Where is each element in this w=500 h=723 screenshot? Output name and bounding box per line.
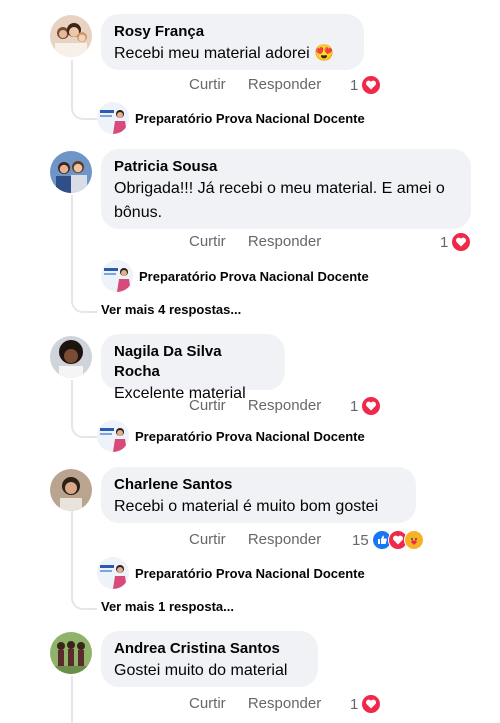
heart-icon	[361, 396, 382, 416]
reply-button[interactable]: Responder	[248, 531, 321, 548]
view-more-replies[interactable]: Ver mais 4 respostas...	[101, 302, 241, 317]
comment-bubble: Nagila Da Silva Rocha Excelente material	[101, 334, 285, 402]
thread-line	[71, 510, 73, 596]
like-button[interactable]: Curtir	[189, 76, 226, 93]
comment-actions: Curtir Responder	[189, 695, 339, 712]
thread-line	[71, 60, 73, 108]
comment-author[interactable]: Nagila Da Silva Rocha	[114, 342, 271, 382]
reply-button[interactable]: Responder	[248, 695, 321, 712]
reaction-summary[interactable]: 1	[350, 694, 382, 714]
page-reply[interactable]: Preparatório Prova Nacional Docente	[97, 420, 365, 452]
reaction-count: 15	[352, 531, 369, 549]
page-avatar	[97, 557, 129, 589]
comment-author[interactable]: Patricia Sousa	[114, 157, 457, 177]
page-reply[interactable]: Preparatório Prova Nacional Docente	[97, 102, 365, 134]
comment-bubble: Rosy França Recebi meu material adorei 😍	[101, 14, 364, 70]
comment-author[interactable]: Charlene Santos	[114, 475, 402, 495]
avatar[interactable]	[50, 151, 92, 193]
page-reply[interactable]: Preparatório Prova Nacional Docente	[101, 260, 369, 292]
reaction-count: 1	[350, 695, 359, 713]
comment-text: Recebi meu material adorei 😍	[114, 45, 335, 62]
page-reply-name: Preparatório Prova Nacional Docente	[139, 268, 369, 284]
comment-text: Gostei muito do material	[114, 662, 288, 679]
reaction-summary[interactable]: 1	[350, 396, 382, 416]
comment-author[interactable]: Andrea Cristina Santos	[114, 639, 304, 659]
like-button[interactable]: Curtir	[189, 531, 226, 548]
heart-icon	[361, 75, 382, 95]
page-reply[interactable]: Preparatório Prova Nacional Docente	[97, 557, 365, 589]
reply-button[interactable]: Responder	[248, 233, 321, 250]
reaction-count: 1	[440, 233, 449, 251]
avatar[interactable]	[50, 15, 92, 57]
like-button[interactable]: Curtir	[189, 695, 226, 712]
comment-text: Obrigada!!! Já recebi o meu material. E …	[114, 180, 445, 221]
comment-text: Recebi o material é muito bom gostei	[114, 498, 379, 515]
page-avatar	[97, 420, 129, 452]
reaction-summary[interactable]: 15	[352, 530, 424, 550]
reaction-summary[interactable]: 1	[440, 232, 472, 252]
page-avatar	[97, 102, 129, 134]
comment-actions: Curtir Responder	[189, 76, 339, 93]
thread-line	[71, 195, 73, 299]
view-more-replies[interactable]: Ver mais 1 resposta...	[101, 599, 234, 614]
care-icon	[403, 530, 424, 550]
reply-connector	[71, 422, 97, 438]
reply-connector	[71, 594, 97, 610]
thread-line	[71, 380, 73, 425]
avatar[interactable]	[50, 469, 92, 511]
comment-actions: Curtir Responder	[189, 397, 339, 414]
avatar[interactable]	[50, 336, 92, 378]
reply-connector	[71, 297, 97, 313]
page-reply-name: Preparatório Prova Nacional Docente	[135, 428, 365, 444]
page-reply-name: Preparatório Prova Nacional Docente	[135, 110, 365, 126]
comment-bubble: Charlene Santos Recebi o material é muit…	[101, 467, 416, 523]
reaction-summary[interactable]: 1	[350, 75, 382, 95]
reaction-count: 1	[350, 397, 359, 415]
reply-connector	[71, 104, 97, 120]
avatar[interactable]	[50, 632, 92, 674]
heart-icon	[361, 694, 382, 714]
thread-line	[71, 676, 73, 723]
like-button[interactable]: Curtir	[189, 233, 226, 250]
comment-author[interactable]: Rosy França	[114, 22, 350, 42]
reply-button[interactable]: Responder	[248, 76, 321, 93]
page-reply-name: Preparatório Prova Nacional Docente	[135, 565, 365, 581]
like-button[interactable]: Curtir	[189, 397, 226, 414]
comment-bubble: Andrea Cristina Santos Gostei muito do m…	[101, 631, 318, 687]
comment-actions: Curtir Responder	[189, 531, 339, 548]
reaction-count: 1	[350, 76, 359, 94]
comment-actions: Curtir Responder	[189, 233, 339, 250]
heart-icon	[451, 232, 472, 252]
page-avatar	[101, 260, 133, 292]
reply-button[interactable]: Responder	[248, 397, 321, 414]
comment-bubble: Patricia Sousa Obrigada!!! Já recebi o m…	[101, 149, 471, 229]
